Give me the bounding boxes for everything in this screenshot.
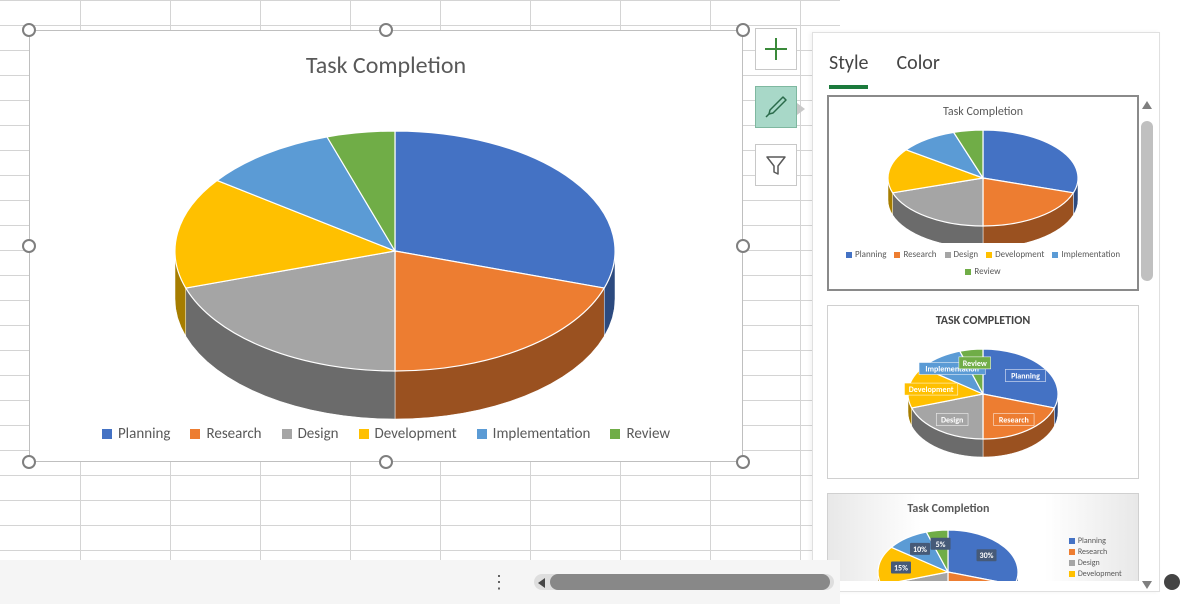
resize-handle[interactable] [379, 455, 393, 469]
legend-item: Design [1069, 558, 1130, 568]
callout-pointer-icon [797, 103, 805, 115]
resize-handle[interactable] [22, 239, 36, 253]
legend-item: Design [282, 425, 339, 443]
legend-item: Development [986, 249, 1044, 260]
style-gallery: Task Completion PlanningResearchDesignDe… [827, 95, 1139, 581]
resize-handle[interactable] [736, 239, 750, 253]
svg-text:5%: 5% [936, 540, 946, 550]
resize-handle[interactable] [22, 23, 36, 37]
chart-object[interactable]: Task Completion Planning Research Design De… [29, 30, 743, 462]
style-pane-scrollbar[interactable] [1141, 95, 1153, 595]
legend-item: Planning [1069, 536, 1130, 546]
chart-title[interactable]: Task Completion [30, 31, 742, 80]
scroll-right-cap-icon[interactable] [1164, 574, 1180, 590]
svg-text:10%: 10% [913, 545, 927, 555]
svg-text:Design: Design [941, 415, 963, 425]
legend-item: Implementation [477, 425, 591, 443]
scroll-up-arrow-icon[interactable] [1142, 101, 1152, 109]
tab-color[interactable]: Color [896, 51, 939, 89]
resize-handle[interactable] [379, 23, 393, 37]
legend-item: Implementation [1069, 580, 1130, 582]
chart-style-option-3[interactable]: Task Completion 30%20%20%15%10%5% Planni… [827, 493, 1139, 581]
legend-item: Design [945, 249, 979, 260]
card-legend: Planning Research Design Development Impleme… [837, 249, 1129, 277]
svg-text:Research: Research [999, 415, 1029, 425]
svg-text:Review: Review [963, 359, 987, 369]
card-legend: PlanningResearchDesignDevelopmentImpleme… [1069, 536, 1130, 582]
funnel-icon [763, 152, 789, 178]
chart-elements-button[interactable] [755, 28, 797, 70]
resize-handle[interactable] [22, 455, 36, 469]
pie-chart[interactable] [160, 101, 630, 421]
style-preview-pie: 30%20%20%15%10%5% [863, 520, 1033, 581]
resize-handle[interactable] [736, 455, 750, 469]
legend-item: Development [359, 425, 457, 443]
card-title: Task Completion [837, 105, 1129, 119]
chart-style-pane: Style Color Task Completion PlanningRese… [812, 32, 1160, 592]
svg-text:15%: 15% [894, 564, 908, 574]
legend-item: Planning [102, 425, 171, 443]
hscroll-thumb[interactable] [550, 574, 830, 590]
legend-item: Planning [846, 249, 887, 260]
paintbrush-icon [763, 94, 789, 120]
scroll-thumb[interactable] [1141, 121, 1153, 281]
legend-item: Research [1069, 547, 1130, 557]
legend-item: Research [190, 425, 261, 443]
chart-style-option-1[interactable]: Task Completion Planning Research Design De… [827, 95, 1139, 291]
style-pane-tabs: Style Color [813, 33, 1159, 89]
svg-text:30%: 30% [980, 551, 994, 561]
legend-item: Development [1069, 569, 1130, 579]
sheet-tab-overflow-icon[interactable]: ⋮ [490, 571, 510, 593]
svg-text:Planning: Planning [1011, 371, 1040, 381]
legend-item: Review [965, 266, 1000, 277]
legend-item: Implementation [1052, 249, 1120, 260]
hscroll-track[interactable] [534, 574, 834, 590]
tab-style[interactable]: Style [829, 51, 868, 89]
card-title: Task Completion [836, 502, 1061, 516]
scroll-left-arrow-icon[interactable] [538, 578, 545, 588]
plus-icon [763, 36, 789, 62]
resize-handle[interactable] [736, 23, 750, 37]
chart-toolbar [755, 28, 797, 186]
style-preview-pie [868, 123, 1098, 243]
legend-item: Research [894, 249, 936, 260]
chart-legend[interactable]: Planning Research Design Development Impleme… [30, 425, 742, 443]
scroll-track[interactable] [1141, 95, 1153, 595]
chart-style-option-2[interactable]: TASK COMPLETION Planning Research Design De… [827, 305, 1139, 479]
scroll-down-arrow-icon[interactable] [1142, 581, 1152, 589]
style-preview-pie: PlanningResearchDesignDevelopmentImpleme… [883, 332, 1083, 462]
legend-item: Review [610, 425, 670, 443]
svg-text:Development: Development [909, 385, 954, 395]
horizontal-scrollbar[interactable]: ⋮ [0, 560, 840, 604]
card-title: TASK COMPLETION [836, 314, 1130, 328]
chart-filter-button[interactable] [755, 144, 797, 186]
chart-styles-button[interactable] [755, 86, 797, 128]
